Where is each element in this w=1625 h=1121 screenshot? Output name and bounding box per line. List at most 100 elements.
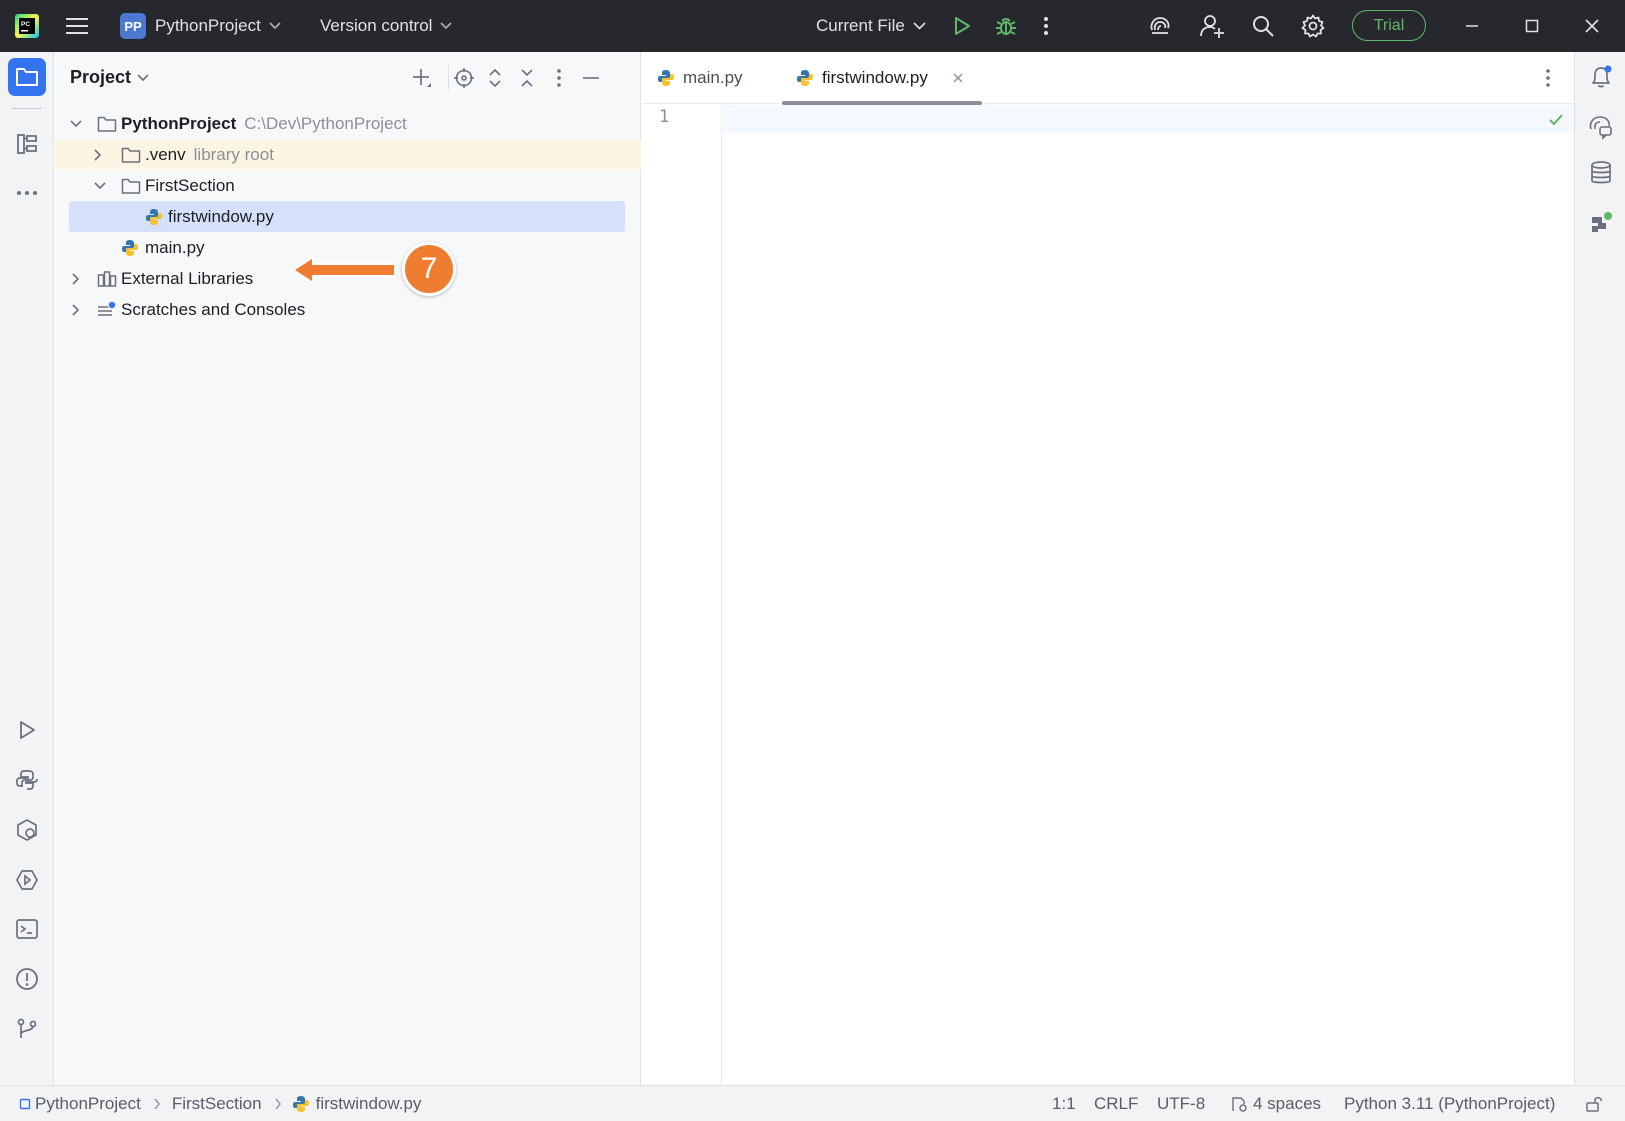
- chevron-right-icon[interactable]: [71, 294, 81, 325]
- version-control-label: Version control: [320, 16, 433, 35]
- external-libraries-label: External Libraries: [121, 268, 254, 288]
- chevron-down-icon: [269, 22, 281, 30]
- python-icon: [16, 770, 38, 790]
- warning-circle-icon: [16, 968, 38, 990]
- git-tool-button[interactable]: [8, 1010, 46, 1048]
- run-config-label: Current File: [816, 16, 905, 35]
- python-file-icon: [796, 69, 814, 87]
- hide-panel-icon[interactable]: [579, 66, 603, 90]
- file-encoding[interactable]: UTF-8: [1157, 1086, 1205, 1121]
- run-icon: [955, 17, 970, 35]
- tree-item-venv[interactable]: .venv library root: [55, 139, 641, 170]
- step-callout-badge: 7: [402, 242, 456, 296]
- python-file-icon: [121, 232, 139, 263]
- root-folder-label: PythonProject: [121, 113, 237, 133]
- callout-arrow-icon: [292, 256, 396, 284]
- run-icon: [20, 721, 35, 739]
- lock-icon[interactable]: [1585, 1086, 1603, 1121]
- caret-position[interactable]: 1:1: [1052, 1086, 1076, 1121]
- pycharm-logo-icon[interactable]: PC: [14, 0, 40, 52]
- chevron-right-icon[interactable]: [71, 263, 81, 294]
- jupyter-plugin-icon[interactable]: [1584, 206, 1618, 240]
- python-packages-button[interactable]: [8, 811, 46, 849]
- chevron-down-icon[interactable]: [69, 108, 83, 139]
- inspection-ok-check-icon[interactable]: [1548, 113, 1564, 127]
- line-ending[interactable]: CRLF: [1094, 1086, 1138, 1121]
- project-switcher[interactable]: PP PythonProject: [120, 0, 281, 52]
- terminal-icon: [16, 919, 38, 939]
- ai-chat-icon[interactable]: [1584, 110, 1618, 144]
- trial-button[interactable]: Trial: [1352, 10, 1426, 41]
- more-actions-icon[interactable]: [1042, 0, 1050, 52]
- run-button[interactable]: [951, 0, 973, 52]
- folder-icon: [121, 170, 141, 201]
- chevron-right-icon: [154, 1098, 160, 1110]
- breadcrumb-project[interactable]: PythonProject: [35, 1094, 141, 1114]
- python-console-button[interactable]: [8, 761, 46, 799]
- panel-options-icon[interactable]: [547, 66, 571, 90]
- folder-icon: [121, 139, 141, 170]
- new-file-icon[interactable]: [410, 66, 434, 90]
- run-tool-button[interactable]: [8, 711, 46, 749]
- chevron-down-icon[interactable]: [93, 170, 107, 201]
- toolbar-divider: [448, 66, 449, 90]
- code-editor-text-area[interactable]: [723, 105, 1574, 133]
- folder-icon: [97, 108, 117, 139]
- close-tab-icon[interactable]: [952, 52, 964, 104]
- version-control-menu[interactable]: Version control: [320, 0, 453, 52]
- bug-icon: [996, 18, 1016, 35]
- indent-setting[interactable]: 4 spaces: [1230, 1086, 1321, 1121]
- chevron-down-icon: [137, 73, 149, 81]
- breadcrumb: PythonProject FirstSection firstwindow.p…: [19, 1086, 421, 1121]
- services-tool-button[interactable]: [8, 861, 46, 899]
- tab-main-py-label: main.py: [683, 68, 743, 87]
- breadcrumb-folder[interactable]: FirstSection: [172, 1094, 262, 1114]
- search-icon[interactable]: [1251, 0, 1275, 52]
- main-menu-icon[interactable]: [64, 0, 90, 52]
- tab-firstwindow-py-label: firstwindow.py: [822, 68, 928, 87]
- settings-gear-icon[interactable]: [1301, 0, 1325, 52]
- terminal-tool-button[interactable]: [8, 910, 46, 948]
- structure-icon: [17, 134, 37, 154]
- structure-tool-button[interactable]: [8, 125, 46, 163]
- indent-gear-icon: [1232, 1097, 1247, 1112]
- tab-options-icon[interactable]: [1545, 52, 1551, 104]
- locate-file-icon[interactable]: [452, 66, 476, 90]
- run-config-selector[interactable]: Current File: [816, 0, 926, 52]
- notifications-bell-icon[interactable]: [1584, 60, 1618, 94]
- maximize-window-icon[interactable]: [1524, 0, 1540, 52]
- project-tool-button[interactable]: [8, 58, 46, 96]
- tree-item-firstsection[interactable]: FirstSection: [55, 170, 641, 201]
- tab-main-py[interactable]: main.py: [657, 52, 743, 104]
- breadcrumb-file[interactable]: firstwindow.py: [316, 1094, 422, 1114]
- library-icon: [97, 263, 117, 294]
- database-icon[interactable]: [1584, 156, 1618, 190]
- tree-item-firstwindow[interactable]: firstwindow.py: [69, 201, 625, 232]
- expand-all-icon[interactable]: [483, 66, 507, 90]
- tree-item-root[interactable]: PythonProject C:\Dev\PythonProject: [55, 108, 641, 139]
- ai-assistant-icon[interactable]: [1148, 0, 1172, 52]
- python-file-icon: [657, 69, 675, 87]
- root-folder-path: C:\Dev\PythonProject: [244, 113, 407, 133]
- venv-folder-label: .venv: [145, 144, 186, 164]
- main-label: main.py: [145, 237, 205, 257]
- close-window-icon[interactable]: [1584, 0, 1600, 52]
- line-number-gutter: [642, 105, 722, 1085]
- python-file-icon: [145, 201, 163, 232]
- svg-text:PC: PC: [21, 21, 30, 28]
- project-view-selector[interactable]: Project: [70, 67, 149, 88]
- problems-tool-button[interactable]: [8, 960, 46, 998]
- git-branch-icon: [17, 1018, 37, 1038]
- tree-item-scratches[interactable]: Scratches and Consoles: [55, 294, 641, 325]
- chevron-down-icon: [440, 22, 453, 30]
- more-tool-windows-icon[interactable]: [8, 174, 46, 212]
- chevron-right-icon[interactable]: [93, 139, 103, 170]
- debug-button[interactable]: [994, 0, 1018, 52]
- packages-icon: [17, 819, 37, 841]
- minimize-window-icon[interactable]: [1464, 0, 1480, 52]
- strip-divider: [12, 108, 42, 109]
- collapse-all-icon[interactable]: [515, 66, 539, 90]
- scratches-label: Scratches and Consoles: [121, 299, 306, 319]
- code-with-me-icon[interactable]: [1199, 0, 1225, 52]
- python-interpreter[interactable]: Python 3.11 (PythonProject): [1344, 1086, 1555, 1121]
